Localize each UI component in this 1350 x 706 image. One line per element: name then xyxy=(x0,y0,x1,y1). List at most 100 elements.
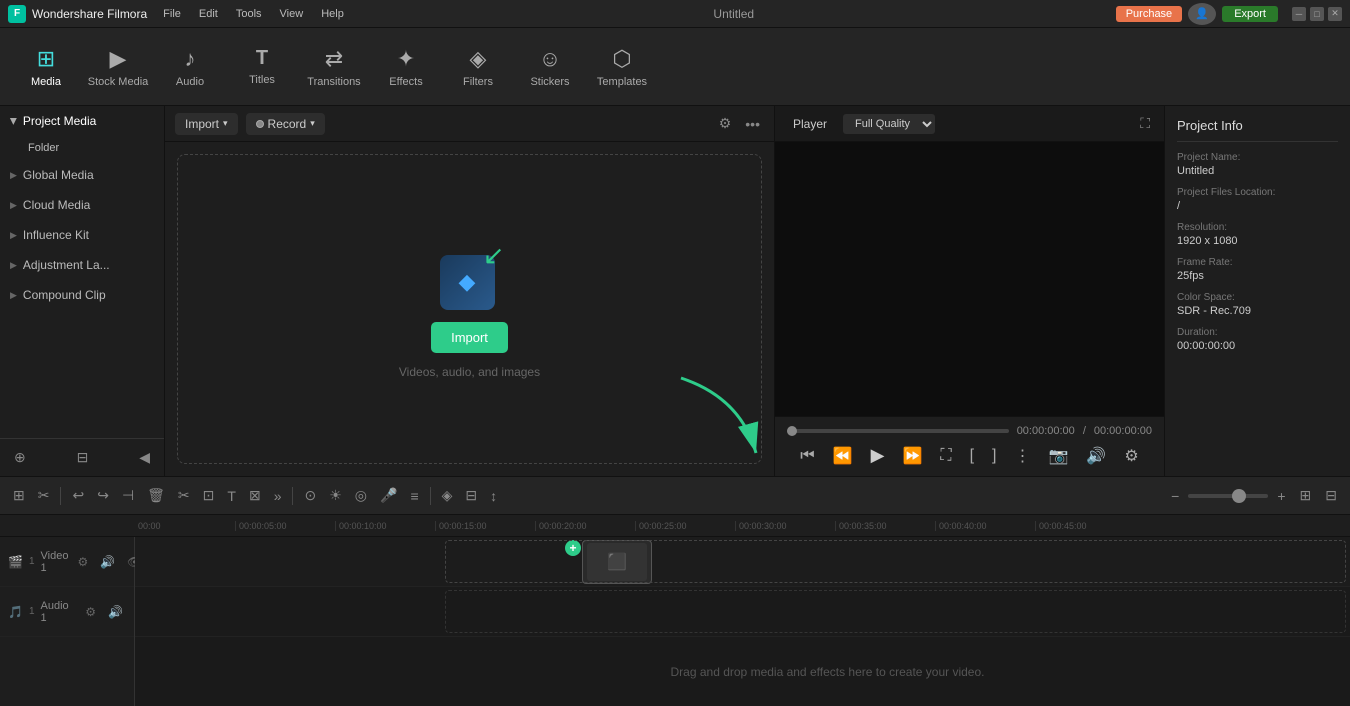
zoom-in-button[interactable]: + xyxy=(1272,485,1290,507)
menu-view[interactable]: View xyxy=(272,6,312,22)
zoom-out-button[interactable]: − xyxy=(1166,485,1184,507)
toolbar-transitions[interactable]: ⇄ Transitions xyxy=(300,33,368,101)
fit-view-button[interactable]: ⊞ xyxy=(1295,484,1317,507)
window-title: Untitled xyxy=(713,7,754,21)
sidebar-item-influence-kit[interactable]: ▶ Influence Kit xyxy=(0,220,164,250)
sidebar-item-global-media[interactable]: ▶ Global Media xyxy=(0,160,164,190)
zoom-handle[interactable] xyxy=(1232,489,1246,503)
drop-instruction: Drag and drop media and effects here to … xyxy=(135,637,1350,706)
play-button[interactable]: ▶ xyxy=(865,443,891,468)
close-button[interactable]: ✕ xyxy=(1328,7,1342,21)
in-point-button[interactable]: [ xyxy=(964,445,980,467)
toolbar-divider-2 xyxy=(292,487,293,505)
toolbar-effects[interactable]: ✦ Effects xyxy=(372,33,440,101)
ripple-delete-button[interactable]: ⊣ xyxy=(117,484,139,507)
sidebar-item-cloud-media[interactable]: ▶ Cloud Media xyxy=(0,190,164,220)
audio-mute-button[interactable]: 🔊 xyxy=(105,604,126,620)
settings-button[interactable]: ⚙ xyxy=(1118,444,1144,468)
text-button[interactable]: T xyxy=(222,485,241,507)
framerate-label: Frame Rate: xyxy=(1177,257,1338,268)
ruler-mark-4: 00:00:20:00 xyxy=(535,521,635,531)
templates-icon: ⬡ xyxy=(612,46,631,72)
voiceover-button[interactable]: 🎤 xyxy=(375,484,402,507)
redo-button[interactable]: ↪ xyxy=(92,484,114,507)
motion-track-button[interactable]: ⊙ xyxy=(299,484,321,507)
crop-btn[interactable]: ⊡ xyxy=(198,484,220,507)
transform-button[interactable]: ⊠ xyxy=(244,484,266,507)
list-view-button[interactable]: ⊟ xyxy=(73,447,93,468)
cloud-media-label: Cloud Media xyxy=(23,198,90,212)
menu-help[interactable]: Help xyxy=(313,6,352,22)
menu-edit[interactable]: Edit xyxy=(191,6,226,22)
toolbar-media[interactable]: ⊞ Media xyxy=(12,33,80,101)
quality-select[interactable]: Full Quality xyxy=(843,114,935,134)
toolbar-stock-media[interactable]: ▶ Stock Media xyxy=(84,33,152,101)
user-avatar[interactable]: 👤 xyxy=(1188,3,1216,25)
delete-button[interactable]: 🗑 xyxy=(142,484,170,507)
toolbar-audio[interactable]: ♪ Audio xyxy=(156,33,224,101)
import-big-button[interactable]: Import xyxy=(431,322,508,353)
ai-clip-button[interactable]: ◈ xyxy=(437,484,458,507)
audio-settings-button[interactable]: ⚙ xyxy=(82,604,99,620)
sidebar-item-compound-clip[interactable]: ▶ Compound Clip xyxy=(0,280,164,310)
undo-button[interactable]: ↩ xyxy=(67,484,89,507)
project-info-panel: Project Info Project Name: Untitled Proj… xyxy=(1165,106,1350,476)
minimize-button[interactable]: ─ xyxy=(1292,7,1306,21)
stock-media-label: Stock Media xyxy=(88,76,149,88)
toolbar-filters[interactable]: ◈ Filters xyxy=(444,33,512,101)
video-settings-button[interactable]: ⚙ xyxy=(74,554,91,570)
expand-arrow-project: ▶ xyxy=(8,118,19,125)
sidebar-item-project-media[interactable]: ▶ Project Media xyxy=(0,106,164,136)
step-back-button[interactable]: ⏪ xyxy=(827,444,859,468)
skip-back-button[interactable]: ⏮ xyxy=(794,445,820,467)
toolbar-stickers[interactable]: ☺ Stickers xyxy=(516,33,584,101)
more-options-icon[interactable]: ••• xyxy=(741,113,764,134)
project-name-label: Project Name: xyxy=(1177,152,1338,163)
caption-button[interactable]: ≡ xyxy=(405,485,423,507)
ai-audio-button[interactable]: ⊟ xyxy=(460,484,482,507)
player-buttons: ⏮ ⏪ ▶ ⏩ ⛶ [ ] ⋮ 📷 🔊 ⚙ xyxy=(787,443,1152,468)
normalize-button[interactable]: ↕ xyxy=(485,485,502,507)
volume-button[interactable]: 🔊 xyxy=(1080,444,1112,468)
progress-bar[interactable] xyxy=(787,429,1009,433)
toolbar-titles[interactable]: T Titles xyxy=(228,33,296,101)
export-button[interactable]: Export xyxy=(1222,6,1278,22)
out-point-button[interactable]: ] xyxy=(986,445,1002,467)
filter-icon[interactable]: ⚙ xyxy=(715,113,736,134)
player-header: Player Full Quality ⛶ xyxy=(775,106,1164,142)
collapse-panel-button[interactable]: ◀ xyxy=(135,447,154,468)
menu-file[interactable]: File xyxy=(155,6,189,22)
info-row-name: Project Name: Untitled xyxy=(1177,152,1338,177)
layout-button[interactable]: ⊟ xyxy=(1320,484,1342,507)
sidebar-item-folder[interactable]: Folder xyxy=(0,136,164,160)
colorspace-value: SDR - Rec.709 xyxy=(1177,305,1338,317)
zoom-slider[interactable] xyxy=(1188,494,1268,498)
snapshot-button[interactable]: 📷 xyxy=(1043,444,1075,468)
cut-button[interactable]: ✂ xyxy=(173,484,195,507)
progress-handle[interactable] xyxy=(787,426,797,436)
purchase-button[interactable]: Purchase xyxy=(1116,6,1182,22)
ruler-marks: 00:00 00:00:05:00 00:00:10:00 00:00:15:0… xyxy=(135,521,1135,531)
media-icon: ⊞ xyxy=(37,46,55,72)
ruler-mark-2: 00:00:10:00 xyxy=(335,521,435,531)
more-tools-button[interactable]: » xyxy=(269,485,287,507)
import-button[interactable]: Import ▾ xyxy=(175,113,238,135)
crop-button[interactable]: ⛶ xyxy=(934,445,957,467)
project-name-value: Untitled xyxy=(1177,165,1338,177)
split-button[interactable]: ⋮ xyxy=(1009,444,1037,468)
maximize-button[interactable]: □ xyxy=(1310,7,1324,21)
record-button[interactable]: Record ▾ xyxy=(246,113,325,135)
add-track-button[interactable]: ⊞ xyxy=(8,484,30,507)
toolbar-templates[interactable]: ⬡ Templates xyxy=(588,33,656,101)
step-forward-button[interactable]: ⏩ xyxy=(896,444,928,468)
magnet-button[interactable]: ✂ xyxy=(33,484,55,507)
add-panel-button[interactable]: ⊕ xyxy=(10,447,30,468)
fullscreen-icon[interactable]: ⛶ xyxy=(1136,113,1154,134)
mask-button[interactable]: ◎ xyxy=(350,484,372,507)
sidebar-item-adjustment-layer[interactable]: ▶ Adjustment La... xyxy=(0,250,164,280)
import-dropdown-arrow: ▾ xyxy=(223,118,228,129)
track-content: + ⬛ Drag and drop media and effects here… xyxy=(135,537,1350,706)
video-mute-button[interactable]: 🔊 xyxy=(97,554,118,570)
menu-tools[interactable]: Tools xyxy=(228,6,270,22)
color-button[interactable]: ☀ xyxy=(324,484,347,507)
